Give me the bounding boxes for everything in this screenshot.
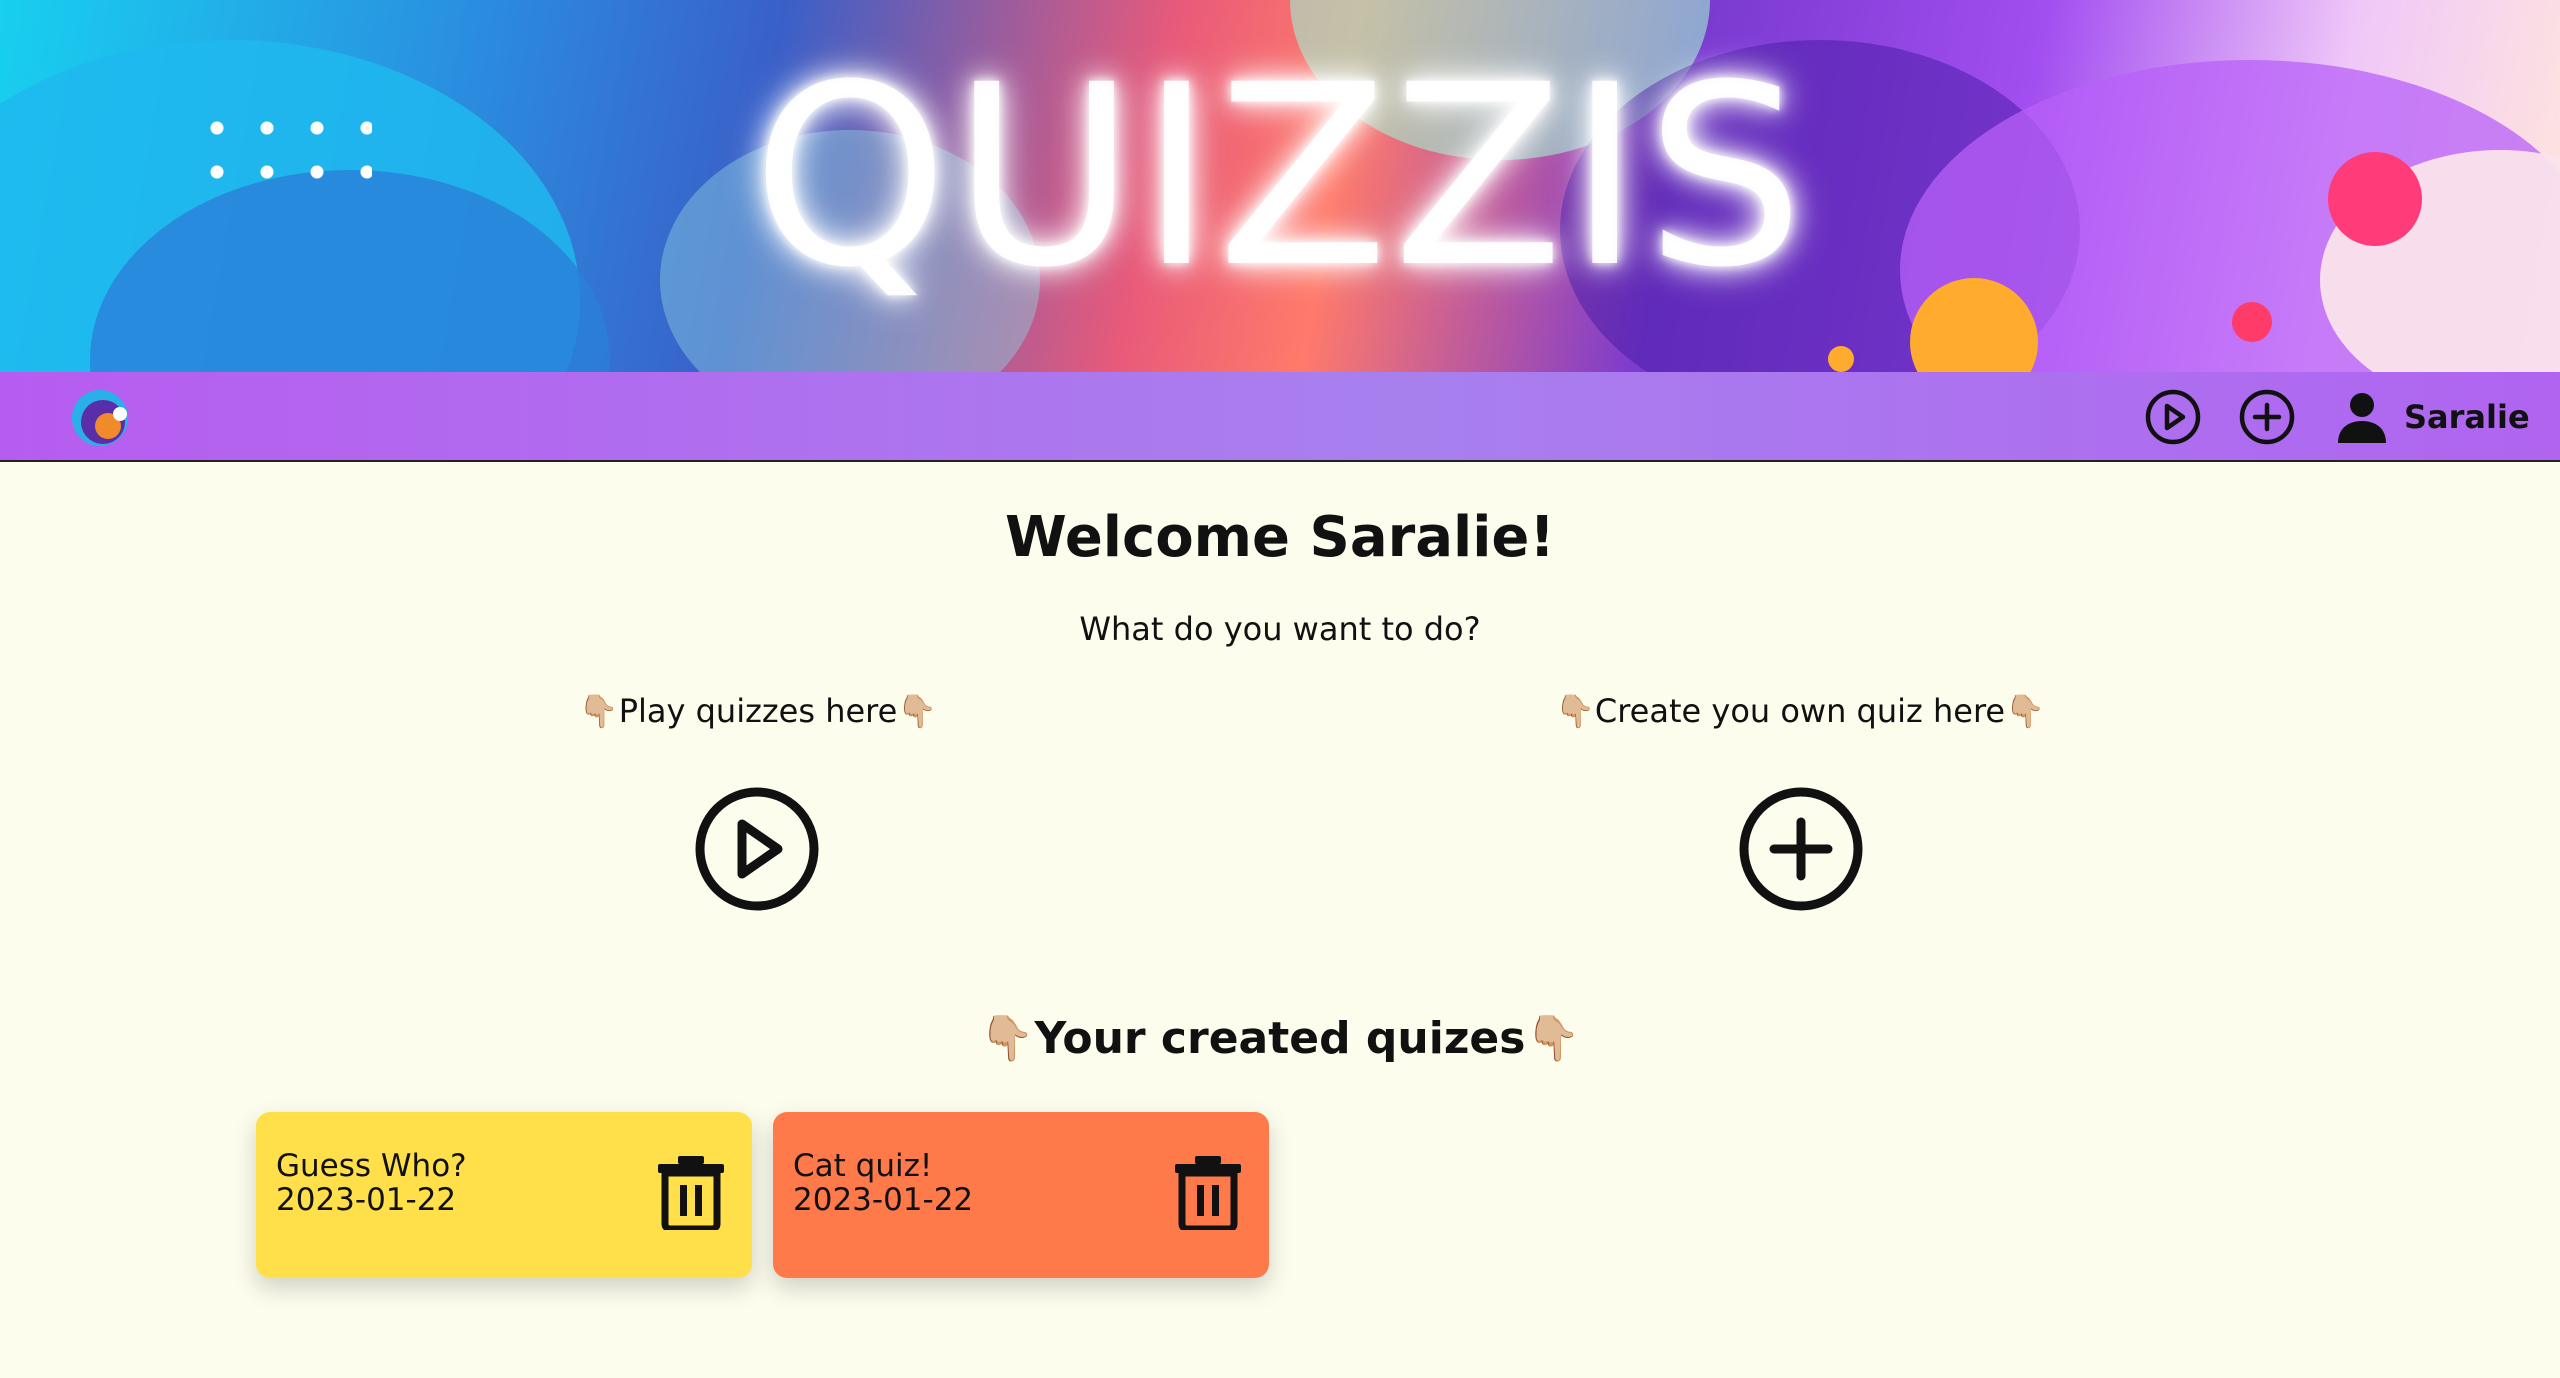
trash-icon[interactable] <box>1173 1154 1243 1230</box>
created-quizzes-heading: 👇🏼Your created quizes👇🏼 <box>979 1013 1581 1064</box>
quiz-name: Guess Who? <box>276 1148 467 1184</box>
create-label: 👇🏼Create you own quiz here👇🏼 <box>1555 692 2045 730</box>
play-circle-icon[interactable] <box>2144 388 2202 446</box>
quiz-date: 2023-01-22 <box>276 1182 457 1218</box>
welcome-subtitle: What do you want to do? <box>1079 610 1481 648</box>
play-quizzes-button[interactable] <box>692 784 822 914</box>
create-quiz-button[interactable] <box>1736 784 1866 914</box>
quiz-name: Cat quiz! <box>793 1148 933 1184</box>
user-icon <box>2338 393 2386 443</box>
play-label: 👇🏼Play quizzes here👇🏼 <box>578 692 938 730</box>
quiz-card[interactable]: Cat quiz! 2023-01-22 <box>773 1112 1269 1278</box>
username: Saralie <box>2404 398 2530 436</box>
banner-title: QUIZZIS <box>751 31 1809 322</box>
banner-circle <box>1828 346 1854 372</box>
banner-circle <box>2232 302 2272 342</box>
trash-icon[interactable] <box>656 1154 726 1230</box>
welcome-heading: Welcome Saralie! <box>1005 505 1555 570</box>
quiz-card[interactable]: Guess Who? 2023-01-22 <box>256 1112 752 1278</box>
plus-circle-icon[interactable] <box>2238 388 2296 446</box>
quiz-date: 2023-01-22 <box>793 1182 974 1218</box>
hero-banner: QUIZZIS <box>0 0 2560 372</box>
user-menu[interactable]: Saralie <box>2334 388 2530 446</box>
navbar: Saralie <box>0 372 2560 462</box>
app-logo-icon[interactable] <box>70 386 132 448</box>
